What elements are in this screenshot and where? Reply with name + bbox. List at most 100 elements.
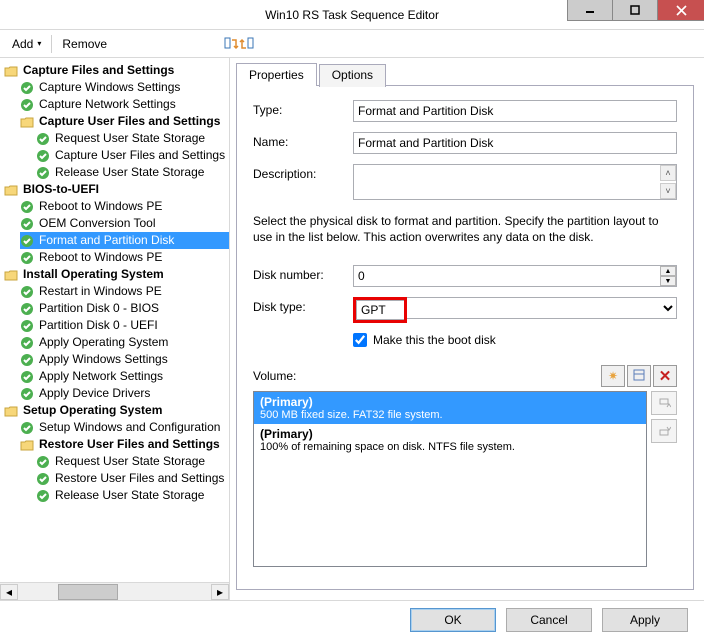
disk-type-value: GPT bbox=[356, 300, 404, 320]
tree-item-label: Capture User Files and Settings bbox=[53, 147, 227, 164]
volume-moveup-button[interactable] bbox=[651, 391, 677, 415]
volume-label: Volume: bbox=[253, 369, 296, 383]
folder-icon bbox=[4, 183, 18, 197]
tree-item-label: Setup Windows and Configuration bbox=[37, 419, 222, 436]
separator bbox=[51, 35, 52, 53]
tree-item-label: BIOS-to-UEFI bbox=[21, 181, 101, 198]
tab-properties[interactable]: Properties bbox=[236, 63, 317, 86]
tree-item[interactable]: Apply Device Drivers bbox=[20, 385, 229, 402]
tree-item[interactable]: Request User State Storage bbox=[36, 453, 229, 470]
add-button[interactable]: Add▾ bbox=[4, 34, 49, 54]
tree-item[interactable]: Partition Disk 0 - BIOS bbox=[20, 300, 229, 317]
tree-item[interactable]: Release User State Storage bbox=[36, 487, 229, 504]
remove-button[interactable]: Remove bbox=[54, 34, 115, 54]
tree-item[interactable]: Reboot to Windows PE bbox=[20, 249, 229, 266]
tree-item-label: Capture Network Settings bbox=[37, 96, 178, 113]
tree-item[interactable]: Apply Operating System bbox=[20, 334, 229, 351]
check-icon bbox=[36, 472, 50, 486]
tree-item-label: Restore User Files and Settings bbox=[37, 436, 222, 453]
tree-item-label: Release User State Storage bbox=[53, 487, 206, 504]
scroll-thumb[interactable] bbox=[58, 584, 118, 600]
check-icon bbox=[36, 489, 50, 503]
check-icon bbox=[20, 302, 34, 316]
description-input[interactable] bbox=[353, 164, 677, 200]
tree-item[interactable]: Reboot to Windows PE bbox=[20, 198, 229, 215]
name-input[interactable] bbox=[353, 132, 677, 154]
check-icon bbox=[20, 98, 34, 112]
check-icon bbox=[36, 166, 50, 180]
scroll-left-button[interactable]: ◂ bbox=[0, 584, 18, 600]
tree-item[interactable]: Apply Windows Settings bbox=[20, 351, 229, 368]
check-icon bbox=[20, 234, 34, 248]
folder-icon bbox=[20, 115, 34, 129]
horizontal-scrollbar[interactable]: ◂ ▸ bbox=[0, 582, 229, 600]
volume-item[interactable]: (Primary)100% of remaining space on disk… bbox=[254, 424, 646, 456]
tree-item-label: Apply Network Settings bbox=[37, 368, 165, 385]
tree-item[interactable]: Capture Windows Settings bbox=[20, 79, 229, 96]
textarea-scroll[interactable]: ˄˅ bbox=[660, 165, 676, 199]
tree-item-label: Reboot to Windows PE bbox=[37, 249, 164, 266]
spin-up[interactable]: ▲ bbox=[660, 266, 676, 276]
folder-icon bbox=[4, 404, 18, 418]
volume-properties-button[interactable] bbox=[627, 365, 651, 387]
volume-item[interactable]: (Primary)500 MB fixed size. FAT32 file s… bbox=[254, 392, 646, 424]
ok-button[interactable]: OK bbox=[410, 608, 496, 632]
tree-item[interactable]: Request User State Storage bbox=[36, 130, 229, 147]
tree-item-label: Capture Windows Settings bbox=[37, 79, 182, 96]
tree-item-label: Restart in Windows PE bbox=[37, 283, 164, 300]
star-icon: ✷ bbox=[608, 369, 618, 383]
tree-item[interactable]: Release User State Storage bbox=[36, 164, 229, 181]
check-icon bbox=[36, 132, 50, 146]
tree-item[interactable]: Format and Partition Disk bbox=[20, 232, 229, 249]
minimize-button[interactable] bbox=[567, 0, 613, 21]
close-button[interactable] bbox=[657, 0, 704, 21]
tree-item[interactable]: Install Operating System bbox=[4, 266, 229, 283]
volume-movedown-button[interactable] bbox=[651, 419, 677, 443]
task-tree[interactable]: Capture Files and SettingsCapture Window… bbox=[0, 58, 229, 582]
tree-item-label: Apply Windows Settings bbox=[37, 351, 170, 368]
boot-disk-checkbox[interactable] bbox=[353, 333, 367, 347]
chevron-down-icon: ▾ bbox=[37, 39, 41, 48]
cancel-button[interactable]: Cancel bbox=[506, 608, 592, 632]
disk-number-input[interactable] bbox=[353, 265, 677, 287]
disk-type-select[interactable] bbox=[404, 297, 677, 319]
tree-item[interactable]: Capture User Files and Settings bbox=[20, 113, 229, 130]
volume-list[interactable]: (Primary)500 MB fixed size. FAT32 file s… bbox=[253, 391, 647, 567]
check-icon bbox=[20, 285, 34, 299]
folder-icon bbox=[20, 438, 34, 452]
check-icon bbox=[20, 251, 34, 265]
volume-item-title: (Primary) bbox=[260, 395, 640, 409]
tree-item[interactable]: OEM Conversion Tool bbox=[20, 215, 229, 232]
tree-item[interactable]: Capture Network Settings bbox=[20, 96, 229, 113]
tree-item[interactable]: Partition Disk 0 - UEFI bbox=[20, 317, 229, 334]
folder-icon bbox=[4, 268, 18, 282]
tree-item-label: Request User State Storage bbox=[53, 130, 207, 147]
info-text: Select the physical disk to format and p… bbox=[253, 213, 677, 245]
toolbar-icon-1[interactable] bbox=[223, 36, 239, 52]
properties-panel: Properties Options Type: Format and Part… bbox=[230, 58, 704, 600]
toolbar-icon-2[interactable] bbox=[239, 36, 255, 52]
tree-item[interactable]: Apply Network Settings bbox=[20, 368, 229, 385]
tree-item[interactable]: Restore User Files and Settings bbox=[20, 436, 229, 453]
tree-item[interactable]: Capture Files and Settings bbox=[4, 62, 229, 79]
maximize-button[interactable] bbox=[612, 0, 658, 21]
tree-item[interactable]: Capture User Files and Settings bbox=[36, 147, 229, 164]
volume-new-button[interactable]: ✷ bbox=[601, 365, 625, 387]
tab-options[interactable]: Options bbox=[319, 64, 386, 87]
tree-item[interactable]: Setup Operating System bbox=[4, 402, 229, 419]
volume-delete-button[interactable]: ✕ bbox=[653, 365, 677, 387]
apply-button[interactable]: Apply bbox=[602, 608, 688, 632]
tree-item[interactable]: Setup Windows and Configuration bbox=[20, 419, 229, 436]
tree-item[interactable]: Restart in Windows PE bbox=[20, 283, 229, 300]
scroll-right-button[interactable]: ▸ bbox=[211, 584, 229, 600]
tree-item[interactable]: Restore User Files and Settings bbox=[36, 470, 229, 487]
tree-item-label: Partition Disk 0 - UEFI bbox=[37, 317, 160, 334]
tree-item-label: Partition Disk 0 - BIOS bbox=[37, 300, 161, 317]
disk-type-label: Disk type: bbox=[253, 297, 353, 314]
dialog-footer: OK Cancel Apply bbox=[0, 600, 704, 638]
tree-item-label: Reboot to Windows PE bbox=[37, 198, 164, 215]
tree-item-label: Restore User Files and Settings bbox=[53, 470, 226, 487]
tree-item[interactable]: BIOS-to-UEFI bbox=[4, 181, 229, 198]
spin-down[interactable]: ▼ bbox=[660, 276, 676, 286]
tree-panel: Capture Files and SettingsCapture Window… bbox=[0, 58, 230, 600]
